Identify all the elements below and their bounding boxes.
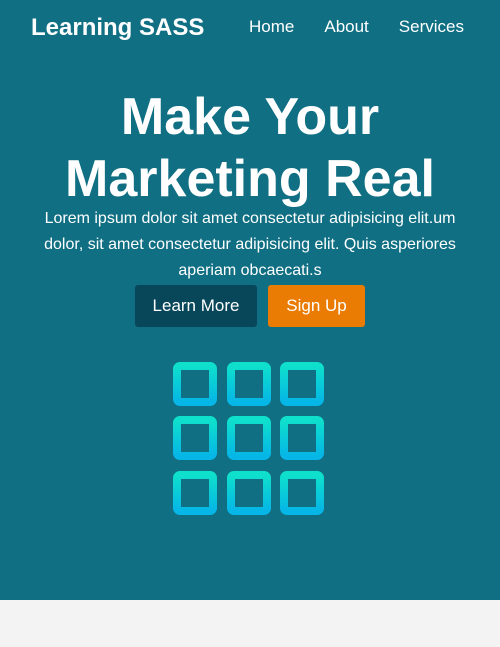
brand-logo[interactable]: Learning SASS <box>31 14 204 42</box>
grid-cell <box>280 471 324 515</box>
grid-cell <box>227 471 271 515</box>
grid-cell <box>227 416 271 460</box>
grid-cell <box>173 362 217 406</box>
hero-section: Learning SASS Home About Services Make Y… <box>0 0 500 600</box>
nav-links: Home About Services <box>249 16 464 38</box>
grid-cell <box>173 471 217 515</box>
grid-cell <box>227 362 271 406</box>
grid-cell <box>280 416 324 460</box>
learn-more-button[interactable]: Learn More <box>135 285 257 327</box>
top-navbar: Learning SASS Home About Services <box>0 0 500 56</box>
hero-headline-line2: Marketing Real <box>65 150 435 208</box>
sign-up-button[interactable]: Sign Up <box>268 285 365 327</box>
hero-headline: Make Your Marketing Real <box>0 86 500 210</box>
nav-link-home[interactable]: Home <box>249 16 294 38</box>
grid-icon <box>173 362 324 515</box>
hero-headline-line1: Make Your <box>120 88 380 146</box>
grid-cell <box>173 416 217 460</box>
nav-link-services[interactable]: Services <box>399 16 464 38</box>
page-below-hero <box>0 600 500 647</box>
nav-link-about[interactable]: About <box>324 16 368 38</box>
grid-cell <box>280 362 324 406</box>
hero-lede: Lorem ipsum dolor sit amet consectetur a… <box>44 210 456 279</box>
